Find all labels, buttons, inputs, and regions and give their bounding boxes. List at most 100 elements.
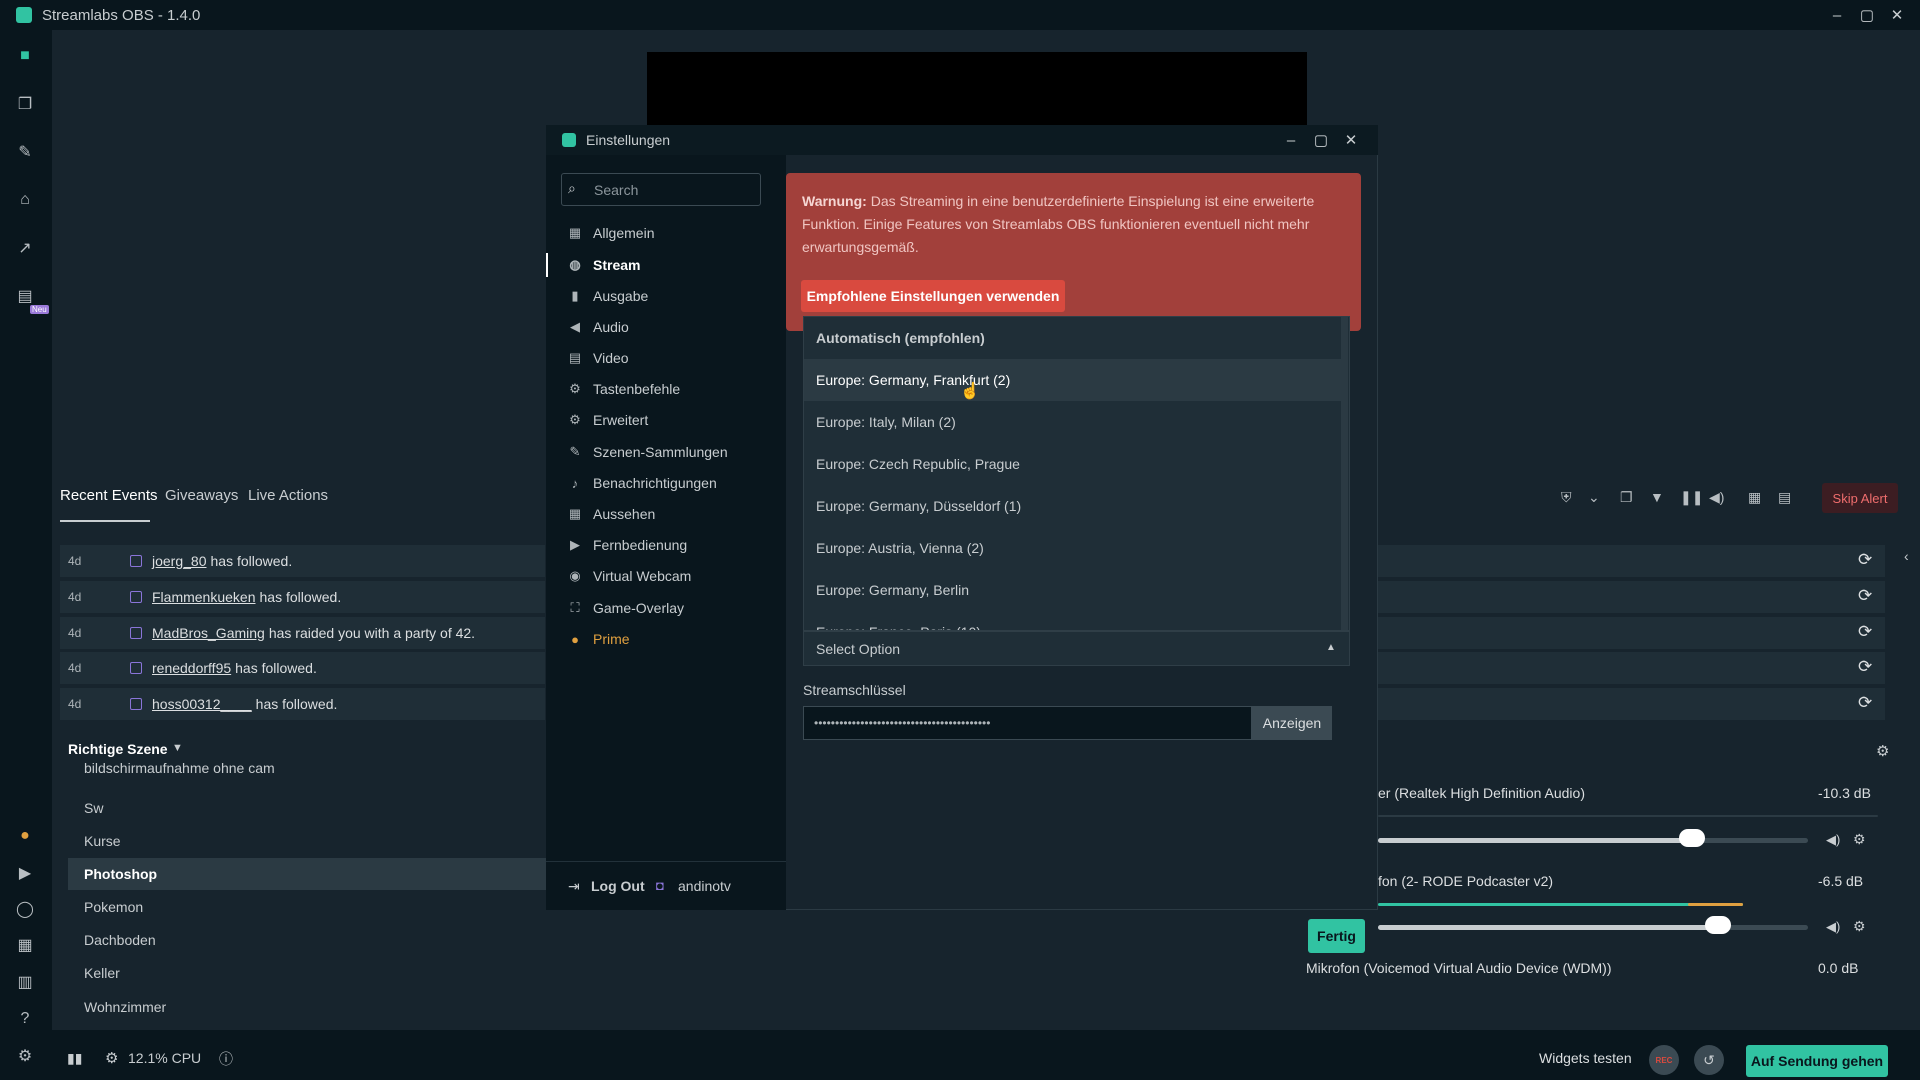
- mixer-settings-icon[interactable]: ⚙: [1876, 742, 1889, 760]
- scene-item[interactable]: Sw: [68, 792, 546, 824]
- replay-icon[interactable]: ⟳: [1858, 693, 1872, 713]
- close-icon[interactable]: ✕: [1882, 0, 1912, 30]
- dropdown-scrollbar[interactable]: [1341, 317, 1348, 630]
- event-user[interactable]: Flammenkueken: [152, 589, 256, 605]
- close-icon[interactable]: ✕: [1336, 125, 1366, 155]
- scene-item[interactable]: Kurse: [68, 825, 546, 857]
- server-option[interactable]: Europe: Germany, Düsseldorf (1): [804, 485, 1341, 527]
- help-icon[interactable]: ?: [14, 1008, 36, 1030]
- stats-icon[interactable]: ▮▮: [67, 1050, 82, 1067]
- event-user[interactable]: reneddorff95: [152, 660, 231, 676]
- menu-stream[interactable]: ◍ Stream: [567, 253, 640, 277]
- sources-icon[interactable]: ▥: [14, 971, 36, 993]
- menu-audio[interactable]: ◀ Audio: [567, 315, 629, 339]
- search-input[interactable]: Search: [561, 173, 761, 206]
- volume-slider-knob[interactable]: [1678, 829, 1705, 847]
- info-icon[interactable]: ⓘ: [219, 1049, 233, 1069]
- tab-recent-events[interactable]: Recent Events: [60, 487, 158, 504]
- menu-aussehen[interactable]: ▦ Aussehen: [567, 502, 655, 526]
- play-icon[interactable]: ▶: [14, 862, 36, 884]
- server-option[interactable]: Europe: Italy, Milan (2): [804, 401, 1341, 443]
- go-live-button[interactable]: Auf Sendung gehen: [1746, 1045, 1888, 1077]
- recommended-settings-button[interactable]: Empfohlene Einstellungen verwenden: [801, 280, 1065, 312]
- mixer-channel-name: Mikrofon (Voicemod Virtual Audio Device …: [1306, 960, 1612, 976]
- speaker-icon[interactable]: ◀): [1826, 919, 1840, 935]
- menu-video[interactable]: ▤ Video: [567, 346, 629, 370]
- scene-collection-title[interactable]: Richtige Szene: [68, 741, 168, 757]
- volume-slider-knob[interactable]: [1704, 916, 1731, 934]
- scene-item[interactable]: Pokemon: [68, 891, 546, 923]
- replay-icon[interactable]: ⟳: [1858, 657, 1872, 677]
- menu-tastenbefehle[interactable]: ⚙ Tastenbefehle: [567, 377, 680, 401]
- warning-label: Warnung:: [802, 193, 867, 209]
- server-option[interactable]: Europe: France, Paris (10): [804, 611, 1341, 630]
- test-widgets-link[interactable]: Widgets testen: [1539, 1050, 1632, 1066]
- event-user[interactable]: joerg_80: [152, 553, 207, 569]
- menu-virtual-webcam[interactable]: ◉ Virtual Webcam: [567, 564, 691, 588]
- chat-icon[interactable]: ◯: [14, 898, 36, 920]
- minimize-icon[interactable]: –: [1276, 125, 1306, 155]
- skip-alert-button[interactable]: Skip Alert: [1822, 483, 1898, 513]
- filter-icon[interactable]: ▼: [1650, 489, 1664, 505]
- menu-label: Aussehen: [593, 506, 656, 522]
- streamlabs-logo-icon: [16, 7, 32, 23]
- settings-icon[interactable]: ⚙: [14, 1045, 36, 1067]
- menu-erweitert[interactable]: ⚙ Erweitert: [567, 408, 648, 432]
- appearance-icon: ▦: [568, 506, 582, 521]
- gear-icon[interactable]: ⚙: [1853, 918, 1866, 935]
- volume-icon[interactable]: ◀): [1709, 489, 1724, 506]
- tab-live-actions[interactable]: Live Actions: [248, 487, 328, 504]
- menu-fernbedienung[interactable]: ▶ Fernbedienung: [567, 533, 687, 557]
- grid-view-icon[interactable]: ▦: [1748, 489, 1761, 506]
- chevron-down-icon[interactable]: ▼: [172, 742, 183, 754]
- server-option[interactable]: Automatisch (empfohlen): [804, 317, 1341, 359]
- menu-benachrichtigungen[interactable]: ♪ Benachrichtigungen: [567, 471, 717, 495]
- speaker-icon[interactable]: ◀): [1826, 832, 1840, 848]
- themes-icon[interactable]: ✎: [14, 141, 36, 163]
- logout-link[interactable]: Log Out: [591, 878, 645, 894]
- shield-icon[interactable]: ⛨: [1561, 489, 1572, 506]
- server-select[interactable]: Select Option ▲: [803, 631, 1350, 666]
- list-view-icon[interactable]: ▤: [1778, 489, 1791, 506]
- gear-icon[interactable]: ⚙: [1853, 831, 1866, 848]
- store-icon[interactable]: ⌂: [14, 189, 36, 211]
- minimize-icon[interactable]: –: [1822, 0, 1852, 30]
- server-option-hovered[interactable]: Europe: Germany, Frankfurt (2): [804, 359, 1341, 401]
- prime-icon[interactable]: ●: [14, 825, 36, 847]
- collapse-icon[interactable]: ‹: [1904, 548, 1909, 564]
- studio-icon[interactable]: ■: [14, 45, 36, 67]
- menu-ausgabe[interactable]: ▮ Ausgabe: [567, 284, 648, 308]
- chevron-down-icon[interactable]: ⌄: [1588, 489, 1600, 506]
- menu-game-overlay[interactable]: ⛶ Game-Overlay: [567, 596, 684, 620]
- replay-icon[interactable]: ⟳: [1858, 586, 1872, 606]
- replay-icon[interactable]: ⟳: [1858, 622, 1872, 642]
- event-user[interactable]: hoss00312____: [152, 696, 252, 712]
- replay-buffer-icon[interactable]: ↺: [1694, 1045, 1724, 1075]
- library-icon[interactable]: ❐: [14, 93, 36, 115]
- menu-allgemein[interactable]: ▦ Allgemein: [567, 221, 655, 245]
- scene-item[interactable]: bildschirmaufnahme ohne cam: [68, 758, 546, 778]
- pause-icon[interactable]: ❚❚: [1680, 489, 1703, 506]
- event-user[interactable]: MadBros_Gaming: [152, 625, 265, 641]
- popout-icon[interactable]: ❐: [1620, 489, 1633, 506]
- scene-item[interactable]: Keller: [68, 957, 546, 989]
- scene-item[interactable]: Dachboden: [68, 924, 546, 956]
- layout-icon[interactable]: ▦: [14, 934, 36, 956]
- scene-item[interactable]: Wohnzimmer: [68, 991, 546, 1023]
- server-option[interactable]: Europe: Germany, Berlin: [804, 569, 1341, 611]
- show-key-button[interactable]: Anzeigen: [1252, 706, 1332, 740]
- menu-szenen-sammlungen[interactable]: ✎ Szenen-Sammlungen: [567, 440, 728, 464]
- maximize-icon[interactable]: ▢: [1306, 125, 1336, 155]
- replay-icon[interactable]: ⟳: [1858, 550, 1872, 570]
- record-button[interactable]: REC: [1649, 1045, 1679, 1075]
- menu-prime[interactable]: ● Prime: [567, 627, 630, 651]
- highlighter-icon[interactable]: ▤: [14, 285, 36, 307]
- server-option[interactable]: Europe: Czech Republic, Prague: [804, 443, 1341, 485]
- dashboard-icon[interactable]: ↗: [14, 237, 36, 259]
- server-option[interactable]: Europe: Austria, Vienna (2): [804, 527, 1341, 569]
- done-button[interactable]: Fertig: [1308, 919, 1365, 953]
- scene-item-active[interactable]: Photoshop: [68, 858, 546, 890]
- maximize-icon[interactable]: ▢: [1852, 0, 1882, 30]
- stream-key-input[interactable]: ••••••••••••••••••••••••••••••••••••••••…: [803, 706, 1252, 740]
- tab-giveaways[interactable]: Giveaways: [165, 487, 238, 504]
